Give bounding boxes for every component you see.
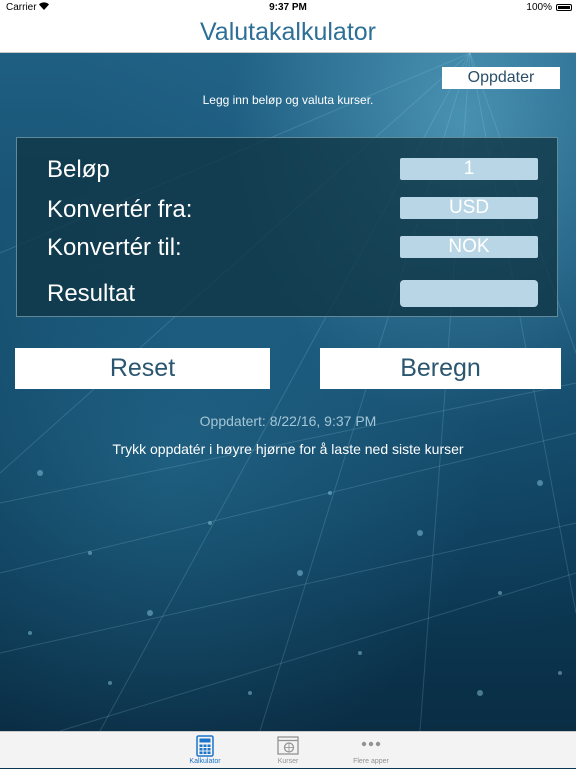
reset-button[interactable]: Reset — [15, 348, 270, 389]
status-bar: Carrier 9:37 PM 100% — [0, 0, 576, 16]
tab-rates-label: Kurser — [277, 758, 299, 765]
instruction-text: Legg inn beløp og valuta kurser. — [202, 93, 374, 107]
last-updated-text: Oppdatert: 8/22/16, 9:37 PM — [199, 413, 377, 429]
main-content: Oppdater Legg inn beløp og valuta kurser… — [0, 53, 576, 731]
more-icon — [359, 735, 383, 757]
convert-to-field[interactable]: NOK — [400, 236, 538, 258]
page-title: Valutakalkulator — [199, 18, 377, 46]
tab-more-apps[interactable]: Flere apper — [331, 732, 411, 769]
convert-to-label: Konvertér til: — [47, 234, 182, 261]
battery-icon — [556, 4, 572, 11]
tab-calculator[interactable]: Kalkulator — [165, 732, 245, 769]
result-field — [400, 280, 538, 307]
rates-icon — [276, 735, 300, 757]
calculator-icon — [193, 735, 217, 757]
calculate-button[interactable]: Beregn — [320, 348, 561, 389]
amount-field[interactable]: 1 — [400, 158, 538, 180]
tab-more-apps-label: Flere apper — [353, 758, 389, 765]
result-label: Resultat — [47, 280, 136, 307]
tab-bar: Kalkulator Kurser Flere apper — [0, 731, 576, 768]
update-hint-text: Trykk oppdatér i høyre hjørne for å last… — [112, 441, 464, 457]
battery-percentage: 100% — [526, 2, 552, 13]
update-button[interactable]: Oppdater — [442, 67, 560, 89]
convert-from-field[interactable]: USD — [400, 197, 538, 219]
status-time: 9:37 PM — [269, 2, 307, 13]
convert-from-label: Konvertér fra: — [47, 196, 193, 223]
amount-label: Beløp — [47, 156, 110, 183]
converter-panel: Beløp 1 Konvertér fra: USD Konvertér til… — [16, 137, 558, 317]
tab-calculator-label: Kalkulator — [189, 758, 221, 765]
navigation-bar: Valutakalkulator — [0, 16, 576, 53]
tab-rates[interactable]: Kurser — [248, 732, 328, 769]
